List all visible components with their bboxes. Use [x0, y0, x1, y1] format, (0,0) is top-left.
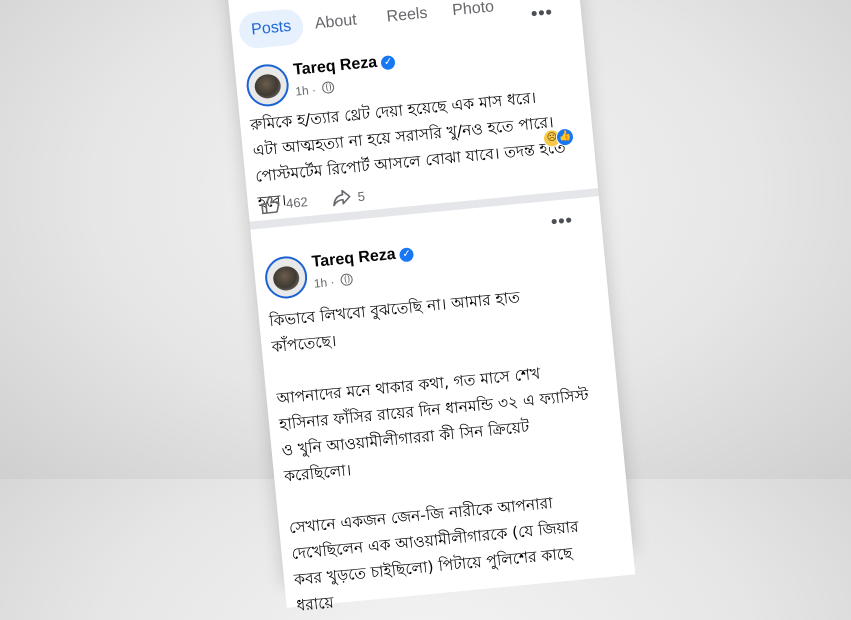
- globe-icon: [321, 80, 335, 95]
- post-card: ••• Tareq Reza ✓ 1h · রুমিকে হ/ত্যার থ্রে…: [233, 2, 599, 222]
- like-icon: [261, 195, 280, 215]
- verified-badge-icon: ✓: [380, 55, 396, 71]
- share-icon: [333, 189, 351, 207]
- post-meta: 1h ·: [313, 273, 354, 291]
- post-text: কিভাবে লিখবো বুঝতেছি না। আমার হাত কাঁপতে…: [268, 278, 612, 619]
- post-author[interactable]: Tareq Reza ✓: [293, 52, 396, 80]
- more-options-icon[interactable]: •••: [530, 2, 554, 24]
- avatar[interactable]: [263, 254, 310, 301]
- globe-icon: [340, 273, 354, 287]
- more-options-icon[interactable]: •••: [550, 210, 574, 232]
- post-author[interactable]: Tareq Reza ✓: [311, 244, 415, 272]
- post-card: ••• Tareq Reza ✓ 1h · কিভাবে লিখবো বুঝতেছ…: [250, 196, 636, 615]
- post-paragraph: সেখানে একজন জেন-জি নারীকে আপনারা দেখেছিল…: [288, 493, 580, 615]
- like-reaction-icon: 👍: [555, 127, 575, 147]
- verified-badge-icon: ✓: [399, 247, 415, 263]
- tab-reels[interactable]: Reels: [386, 4, 429, 28]
- tab-about[interactable]: About: [314, 11, 358, 35]
- post-meta: 1h ·: [295, 80, 335, 99]
- profile-page: Posts About Reels Photo ••• Tareq Reza ✓ …: [223, 0, 636, 615]
- share-count: 5: [356, 188, 366, 204]
- avatar[interactable]: [244, 62, 291, 109]
- share-button[interactable]: 5: [331, 187, 366, 208]
- reaction-icons[interactable]: ☹👍: [542, 125, 575, 149]
- tab-photos[interactable]: Photo: [451, 0, 495, 21]
- post-time[interactable]: 1h: [313, 276, 328, 291]
- tab-posts[interactable]: Posts: [237, 7, 305, 50]
- post-time[interactable]: 1h: [295, 83, 310, 98]
- rotated-screen: Posts About Reels Photo ••• Tareq Reza ✓ …: [223, 0, 636, 615]
- post-paragraph: আপনাদের মনে থাকার কথা, গত মাসে শেখ হাসিন…: [275, 364, 590, 486]
- like-count: 462: [285, 193, 309, 211]
